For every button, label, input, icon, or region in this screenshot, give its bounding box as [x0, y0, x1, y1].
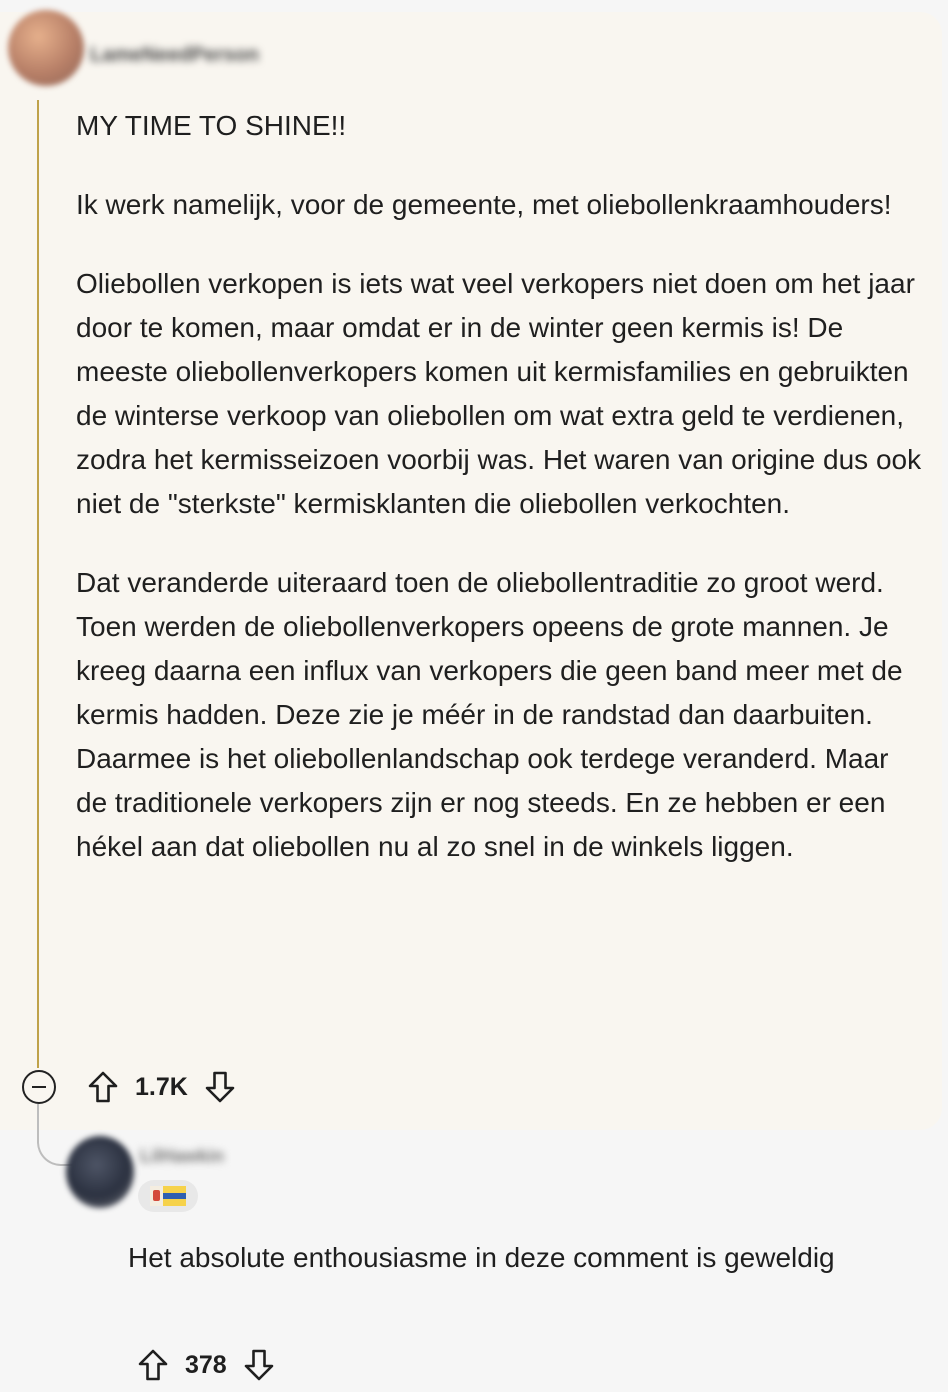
upvote-button[interactable] [84, 1068, 122, 1106]
upvote-arrow-icon [138, 1349, 168, 1381]
comment-paragraph: Ik werk namelijk, voor de gemeente, met … [76, 189, 892, 220]
user-flair-badge [138, 1180, 198, 1212]
thread-line[interactable] [37, 100, 39, 1068]
reply-downvote-button[interactable] [240, 1346, 278, 1384]
reply-vote-score: 378 [185, 1350, 227, 1379]
reply-vote-bar: 378 [134, 1346, 278, 1384]
vote-score: 1.7K [135, 1072, 188, 1101]
downvote-button[interactable] [201, 1068, 239, 1106]
avatar[interactable] [8, 10, 84, 86]
downvote-arrow-icon [205, 1071, 235, 1103]
collapse-minus-icon [32, 1086, 46, 1088]
comment-vote-bar: 1.7K [84, 1068, 239, 1106]
comment-body: MY TIME TO SHINE!! Ik werk namelijk, voo… [76, 104, 926, 904]
downvote-arrow-icon [244, 1349, 274, 1381]
reply-upvote-button[interactable] [134, 1346, 172, 1384]
limburg-flag-icon [150, 1186, 186, 1206]
reply-username[interactable]: LilHawkin [140, 1146, 224, 1167]
comment-paragraph: Oliebollen verkopen is iets wat veel ver… [76, 268, 922, 519]
comment-username[interactable]: LameNeedPerson [90, 44, 259, 67]
upvote-arrow-icon [88, 1071, 118, 1103]
collapse-thread-button[interactable] [22, 1070, 56, 1104]
comment-paragraph: Dat veranderde uiteraard toen de oliebol… [76, 567, 903, 862]
reply-body: Het absolute enthousiasme in deze commen… [128, 1242, 835, 1273]
comment-paragraph: MY TIME TO SHINE!! [76, 110, 347, 141]
reply-avatar[interactable] [66, 1136, 134, 1208]
